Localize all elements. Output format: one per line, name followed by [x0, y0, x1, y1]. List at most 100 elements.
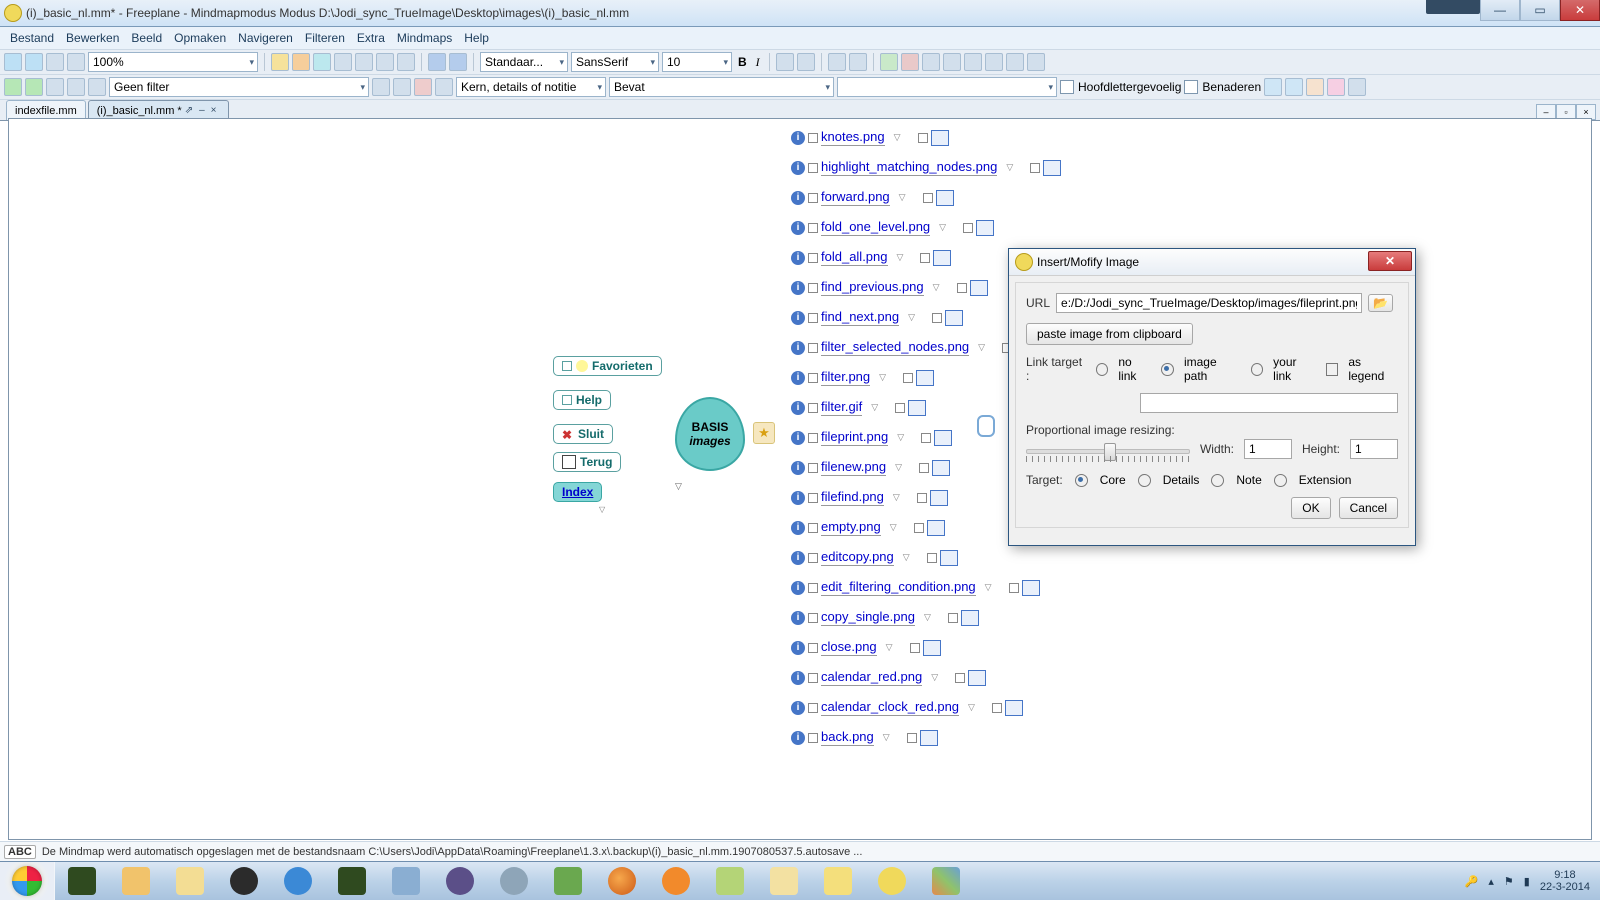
menu-help[interactable]: Help	[460, 29, 493, 47]
toolbar-icon[interactable]	[67, 53, 85, 71]
fold-indicator[interactable]: ▽	[895, 462, 902, 473]
root-fold-indicator[interactable]: ▽	[675, 481, 682, 492]
case-sensitive-checkbox[interactable]: Hoofdlettergevoelig	[1060, 80, 1181, 94]
tab-basic-nl[interactable]: (i)_basic_nl.mm *⇗–×	[88, 100, 229, 120]
taskbar-app[interactable]	[758, 863, 810, 899]
fold-indicator[interactable]: ▽	[985, 582, 992, 593]
menu-mindmaps[interactable]: Mindmaps	[393, 29, 456, 47]
url-input[interactable]	[1056, 293, 1362, 313]
menu-opmaken[interactable]: Opmaken	[170, 29, 230, 47]
fold-indicator[interactable]: ▽	[883, 732, 890, 743]
dialog-titlebar[interactable]: Insert/Mofify Image ✕	[1009, 249, 1415, 276]
fold-icon[interactable]	[808, 613, 818, 623]
taskbar-app[interactable]	[56, 863, 108, 899]
fold-indicator[interactable]: ▽	[890, 522, 897, 533]
radio-target-details[interactable]	[1138, 474, 1151, 487]
node-terug[interactable]: Terug	[553, 452, 621, 472]
node-link[interactable]: knotes.png	[821, 129, 885, 146]
root-node[interactable]: BASIS images	[675, 397, 745, 471]
filter-apply-icon[interactable]	[372, 78, 390, 96]
fold-icon[interactable]	[808, 133, 818, 143]
node-editcopy-png[interactable]: ieditcopy.png▽	[791, 549, 958, 566]
node-link[interactable]: filter_selected_nodes.png	[821, 339, 969, 356]
taskbar-app[interactable]	[704, 863, 756, 899]
node-fileprint-png[interactable]: ifileprint.png▽	[791, 429, 952, 446]
node-find_previous-png[interactable]: ifind_previous.png▽	[791, 279, 988, 296]
radio-target-core[interactable]	[1075, 474, 1088, 487]
menu-bewerken[interactable]: Bewerken	[62, 29, 123, 47]
filter-undo-icon[interactable]	[4, 78, 22, 96]
fold-icon[interactable]	[808, 193, 818, 203]
approximate-checkbox[interactable]: Benaderen	[1184, 80, 1261, 94]
node-link[interactable]: find_previous.png	[821, 279, 924, 296]
taskbar-firefox[interactable]	[596, 863, 648, 899]
cut-icon[interactable]	[355, 53, 373, 71]
filter-icon[interactable]	[67, 78, 85, 96]
node-forward-png[interactable]: iforward.png▽	[791, 189, 954, 206]
fold-icon[interactable]	[808, 733, 818, 743]
fold-indicator[interactable]: ▽	[939, 222, 946, 233]
fold-icon[interactable]	[808, 373, 818, 383]
fold-indicator[interactable]: ▽	[879, 372, 886, 383]
menu-bestand[interactable]: Bestand	[6, 29, 58, 47]
paste-icon[interactable]	[397, 53, 415, 71]
taskbar-app[interactable]	[380, 863, 432, 899]
fold-indicator[interactable]: ▽	[908, 312, 915, 323]
save-icon[interactable]	[313, 53, 331, 71]
minimize-button[interactable]: —	[1480, 0, 1520, 21]
radio-no-link[interactable]	[1096, 363, 1109, 376]
node-find_next-png[interactable]: ifind_next.png▽	[791, 309, 963, 326]
taskbar-explorer[interactable]	[164, 863, 216, 899]
filter-find-icon[interactable]	[435, 78, 453, 96]
maximize-button[interactable]: ▭	[1520, 0, 1560, 21]
radio-target-note[interactable]	[1211, 474, 1224, 487]
fold-indicator[interactable]: ▽	[599, 505, 605, 514]
taskbar-app[interactable]	[218, 863, 270, 899]
redo-icon[interactable]	[449, 53, 467, 71]
taskbar-app[interactable]	[272, 863, 324, 899]
cancel-button[interactable]: Cancel	[1339, 497, 1398, 519]
font-size-combo[interactable]: 10	[662, 52, 732, 72]
fold-one-icon[interactable]	[943, 53, 961, 71]
filter-icon[interactable]	[46, 78, 64, 96]
fold-icon[interactable]	[808, 553, 818, 563]
italic-button[interactable]: I	[753, 55, 763, 70]
width-input[interactable]	[1244, 439, 1292, 459]
node-filter_selected_nodes-png[interactable]: ifilter_selected_nodes.png▽	[791, 339, 1033, 356]
fold-indicator[interactable]: ▽	[894, 132, 901, 143]
fold-indicator[interactable]: ▽	[924, 612, 931, 623]
fold-icon[interactable]	[808, 673, 818, 683]
attr-fold-icon[interactable]	[917, 493, 927, 503]
taskbar-app[interactable]	[542, 863, 594, 899]
attr-fold-icon[interactable]	[957, 283, 967, 293]
attr-fold-icon[interactable]	[921, 433, 931, 443]
node-close-png[interactable]: iclose.png▽	[791, 639, 941, 656]
node-link[interactable]: highlight_matching_nodes.png	[821, 159, 997, 176]
node-link[interactable]: edit_filtering_condition.png	[821, 579, 976, 596]
node-filter-png[interactable]: ifilter.png▽	[791, 369, 934, 386]
copy-icon[interactable]	[376, 53, 394, 71]
font-combo[interactable]: SansSerif	[571, 52, 659, 72]
node-back-png[interactable]: iback.png▽	[791, 729, 938, 746]
node-link[interactable]: filter.png	[821, 369, 870, 386]
fold-icon[interactable]	[808, 703, 818, 713]
node-edit_filtering_condition-png[interactable]: iedit_filtering_condition.png▽	[791, 579, 1040, 596]
dialog-close-button[interactable]: ✕	[1368, 251, 1412, 271]
fold-icon[interactable]	[808, 493, 818, 503]
attr-fold-icon[interactable]	[903, 373, 913, 383]
node-link[interactable]: calendar_red.png	[821, 669, 922, 686]
taskbar-clock[interactable]: 9:1822-3-2014	[1540, 869, 1590, 893]
new-map-icon[interactable]	[271, 53, 289, 71]
tray-flag-icon[interactable]: ⚑	[1504, 875, 1514, 888]
node-link[interactable]: back.png	[821, 729, 874, 746]
attr-fold-icon[interactable]	[923, 193, 933, 203]
attr-fold-icon[interactable]	[992, 703, 1002, 713]
filter-toolbar-icon[interactable]	[1264, 78, 1282, 96]
attr-fold-icon[interactable]	[918, 133, 928, 143]
node-link[interactable]: fold_all.png	[821, 249, 888, 266]
nav-back-icon[interactable]	[4, 53, 22, 71]
filter-redo-icon[interactable]	[25, 78, 43, 96]
contains-combo[interactable]: Bevat	[609, 77, 834, 97]
fold-indicator[interactable]: ▽	[893, 492, 900, 503]
node-empty-png[interactable]: iempty.png▽	[791, 519, 945, 536]
